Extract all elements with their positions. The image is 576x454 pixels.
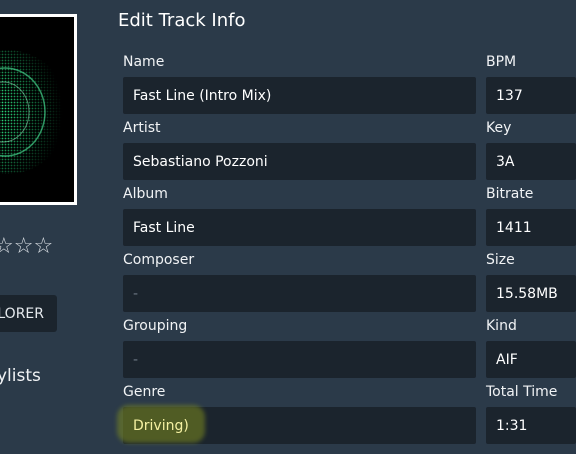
total-time-value: 1:31: [496, 417, 528, 434]
artwork-graphic: [0, 17, 74, 202]
rating-stars[interactable]: ☆☆☆: [0, 234, 53, 259]
size-label: Size: [486, 252, 515, 268]
size-field: 15.58MB: [486, 275, 576, 312]
key-value: 3A: [496, 153, 515, 170]
composer-label: Composer: [123, 252, 195, 268]
album-label: Album: [123, 186, 168, 202]
composer-value: -: [133, 285, 139, 302]
name-value: Fast Line (Intro Mix): [133, 87, 272, 104]
explorer-button[interactable]: LORER: [0, 295, 57, 332]
album-value: Fast Line: [133, 219, 195, 236]
explorer-button-label: LORER: [0, 305, 44, 322]
genre-label: Genre: [123, 384, 166, 400]
bpm-value: 137: [496, 87, 523, 104]
bpm-label: BPM: [486, 54, 517, 70]
size-value: 15.58MB: [496, 285, 558, 302]
artwork-image: [0, 17, 74, 202]
key-label: Key: [486, 120, 512, 136]
playlists-label: ylists: [0, 366, 41, 386]
genre-value: Driving): [133, 417, 189, 434]
grouping-field[interactable]: -: [123, 341, 476, 378]
album-artwork[interactable]: [0, 14, 77, 205]
album-field[interactable]: Fast Line: [123, 209, 476, 246]
bitrate-value: 1411: [496, 219, 532, 236]
name-field[interactable]: Fast Line (Intro Mix): [123, 77, 476, 114]
composer-field[interactable]: -: [123, 275, 476, 312]
bitrate-label: Bitrate: [486, 186, 534, 202]
grouping-value: -: [133, 351, 139, 368]
panel-title: Edit Track Info: [118, 10, 246, 31]
artist-value: Sebastiano Pozzoni: [133, 153, 268, 170]
name-label: Name: [123, 54, 165, 70]
bpm-field[interactable]: 137: [486, 77, 576, 114]
grouping-label: Grouping: [123, 318, 188, 334]
bitrate-field: 1411: [486, 209, 576, 246]
kind-value: AIF: [496, 351, 518, 368]
kind-field: AIF: [486, 341, 576, 378]
artist-label: Artist: [123, 120, 161, 136]
total-time-label: Total Time: [486, 384, 558, 400]
total-time-field: 1:31: [486, 407, 576, 444]
kind-label: Kind: [486, 318, 517, 334]
key-field[interactable]: 3A: [486, 143, 576, 180]
artist-field[interactable]: Sebastiano Pozzoni: [123, 143, 476, 180]
